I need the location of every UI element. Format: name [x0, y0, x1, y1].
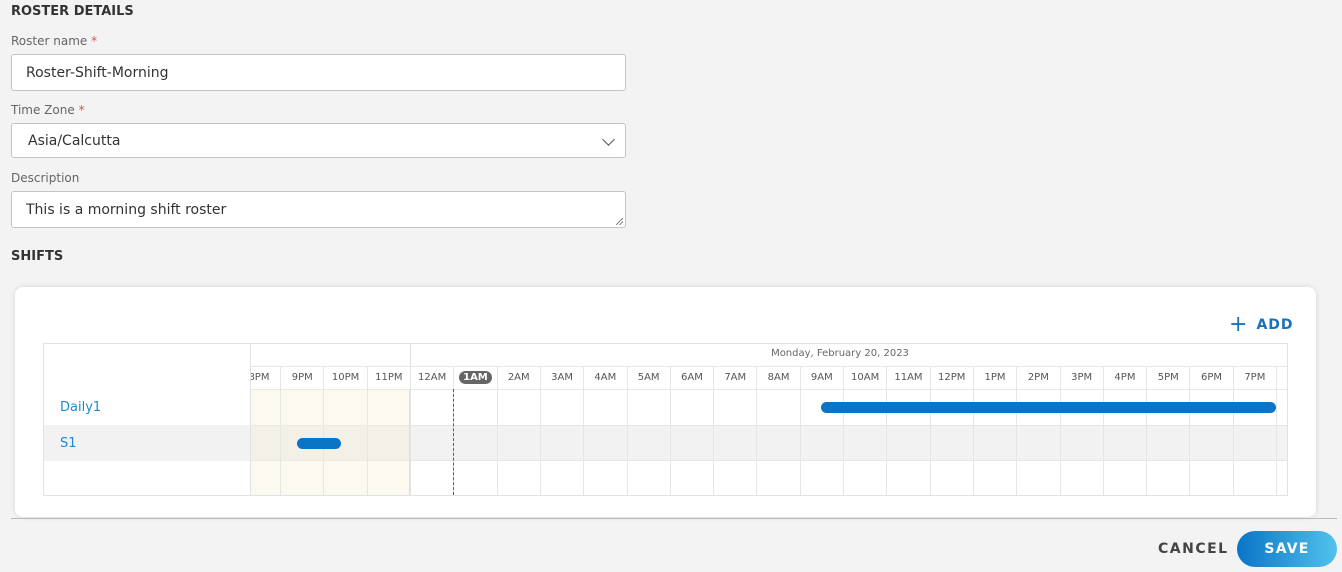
hour-tick: 5PM [1146, 366, 1189, 389]
hour-label: 7AM [724, 372, 747, 383]
hour-label: 12AM [418, 372, 447, 383]
hour-label: 5PM [1157, 372, 1179, 383]
time-zone-select[interactable]: Asia/Calcutta [11, 123, 626, 158]
hour-label: 5AM [637, 372, 660, 383]
hour-tick: 2AM [496, 366, 540, 389]
description-label: Description [11, 171, 80, 185]
shift-row-label[interactable]: S1 [44, 425, 250, 461]
hour-tick: 1AM [453, 366, 496, 389]
hour-tick: 3PM [1059, 366, 1103, 389]
hour-tick: 2PM [1016, 366, 1059, 389]
hour-gridline [713, 389, 715, 495]
hour-tick: 7AM [713, 366, 756, 389]
hour-tick: 1PM [972, 366, 1016, 389]
shift-timeline: Daily1 S1 Monday, February 20, 2023 8PM 9P… [43, 343, 1288, 496]
description-value: This is a morning shift roster [26, 201, 227, 218]
save-button[interactable]: SAVE [1237, 531, 1337, 567]
plus-icon: + [1229, 312, 1249, 337]
hour-label: 8AM [767, 372, 790, 383]
hour-label: 12PM [938, 372, 966, 383]
roster-name-input[interactable]: Roster-Shift-Morning [11, 54, 626, 91]
shift-name-column: Daily1 S1 [44, 344, 251, 495]
hour-label: 7PM [1244, 372, 1266, 383]
hour-gridline [410, 389, 411, 495]
hour-tick: 8PM [1276, 366, 1287, 389]
shift-bar[interactable] [297, 438, 341, 449]
hour-tick: 11PM [366, 366, 410, 389]
time-zone-label-text: Time Zone [11, 103, 75, 117]
hour-tick: 4PM [1102, 366, 1146, 389]
hour-tick: 6AM [669, 366, 713, 389]
hour-tick: 11AM [886, 366, 929, 389]
hour-gridline [366, 389, 368, 495]
description-textarea[interactable]: This is a morning shift roster [11, 191, 626, 228]
resize-handle-icon[interactable] [616, 218, 623, 225]
hour-tick: 6PM [1189, 366, 1232, 389]
shift-row-label[interactable] [44, 461, 250, 495]
hour-label: 9AM [810, 372, 833, 383]
hour-label: 11AM [894, 372, 923, 383]
hour-tick: 10AM [843, 366, 886, 389]
hour-gridline [583, 389, 585, 495]
date-label: Monday, February 20, 2023 [771, 348, 909, 359]
time-zone-label: Time Zone * [11, 103, 85, 117]
current-time-line [453, 389, 455, 495]
hour-label: 6PM [1201, 372, 1223, 383]
hour-label: 4AM [594, 372, 617, 383]
hour-tick: 9AM [799, 366, 843, 389]
required-mark: * [78, 103, 85, 117]
hour-gridline [280, 389, 282, 495]
hour-tick: 12AM [410, 366, 453, 389]
roster-name-label: Roster name * [11, 34, 97, 48]
hour-label: 3PM [1071, 372, 1093, 383]
shifts-heading: SHIFTS [11, 249, 64, 264]
hour-label: 10AM [851, 372, 880, 383]
hour-tick: 12PM [929, 366, 973, 389]
hour-gridline [496, 389, 498, 495]
hour-label: 2PM [1027, 372, 1049, 383]
hour-label: 3AM [551, 372, 573, 383]
time-zone-value: Asia/Calcutta [28, 132, 121, 149]
hour-label: 2AM [507, 372, 530, 383]
hour-tick: 4AM [583, 366, 626, 389]
hour-tick: 7PM [1232, 366, 1276, 389]
shift-row-label[interactable]: Daily1 [44, 389, 250, 425]
hour-tick: 5AM [626, 366, 670, 389]
footer-divider [11, 518, 1337, 519]
hour-gridline [799, 389, 801, 495]
timeline-area[interactable]: Monday, February 20, 2023 8PM 9PM 10PM 11PM 1… [236, 344, 1287, 495]
shift-bar[interactable] [821, 402, 1276, 413]
add-label: ADD [1256, 317, 1294, 333]
hour-label: 1AM [459, 371, 492, 384]
required-mark: * [91, 34, 98, 48]
roster-details-heading: ROSTER DETAILS [11, 4, 134, 19]
hour-tick: 9PM [280, 366, 323, 389]
roster-name-label-text: Roster name [11, 34, 88, 48]
roster-name-value: Roster-Shift-Morning [26, 64, 169, 81]
chevron-down-icon [602, 133, 615, 146]
hour-label: 1PM [984, 372, 1006, 383]
hour-gridline [756, 389, 758, 495]
hour-gridline [626, 389, 628, 495]
hour-label: 6AM [681, 372, 703, 383]
hour-tick: 8AM [756, 366, 799, 389]
cancel-button[interactable]: CANCEL [1158, 541, 1229, 557]
add-shift-button[interactable]: + ADD [1229, 312, 1294, 337]
hour-gridline [1276, 389, 1277, 495]
hour-tick: 3AM [539, 366, 583, 389]
hour-gridline [669, 389, 671, 495]
hour-label: 4PM [1114, 372, 1136, 383]
hour-gridline [539, 389, 541, 495]
hour-tick: 10PM [323, 366, 366, 389]
